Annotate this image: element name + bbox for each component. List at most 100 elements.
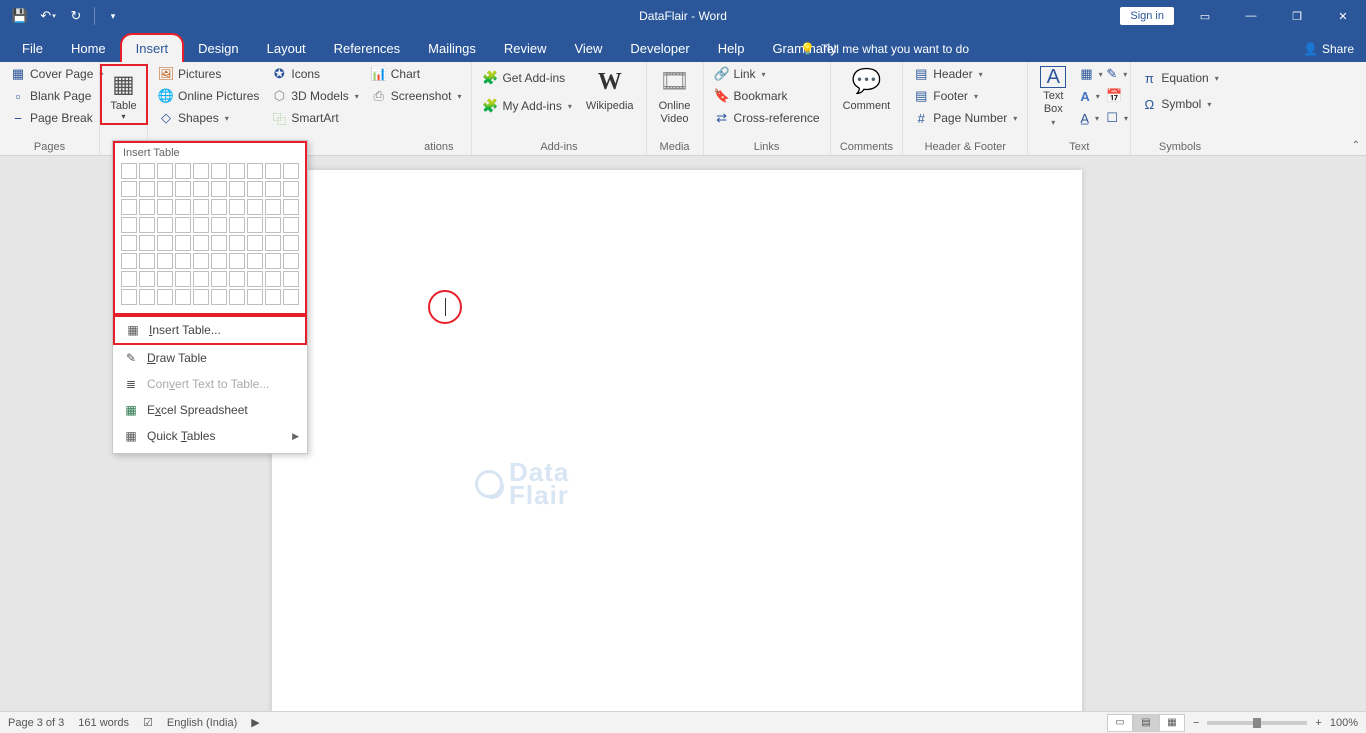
language-indicator[interactable]: English (India) — [167, 717, 237, 729]
grid-cell[interactable] — [139, 199, 155, 215]
equation-button[interactable]: πEquation▾ — [1137, 68, 1222, 88]
get-addins-button[interactable]: 🧩Get Add-ins — [478, 68, 575, 88]
zoom-in-button[interactable]: + — [1315, 717, 1321, 729]
insert-table-item[interactable]: ▦Insert Table... — [115, 317, 305, 343]
3d-models-button[interactable]: ⬡3D Models▾ — [267, 86, 362, 106]
print-layout-button[interactable]: ▤ — [1133, 714, 1159, 732]
cover-page-button[interactable]: ▦Cover Page▾ — [6, 64, 107, 84]
grid-cell[interactable] — [193, 217, 209, 233]
online-video-button[interactable]: 🎞 Online Video — [653, 64, 697, 128]
grid-cell[interactable] — [247, 289, 263, 305]
grid-cell[interactable] — [121, 163, 137, 179]
grid-cell[interactable] — [283, 163, 299, 179]
blank-page-button[interactable]: ▫Blank Page — [6, 86, 107, 106]
tab-review[interactable]: Review — [490, 35, 561, 62]
grid-cell[interactable] — [211, 235, 227, 251]
tab-view[interactable]: View — [560, 35, 616, 62]
undo-button[interactable]: ↶▾ — [36, 4, 60, 28]
grid-cell[interactable] — [157, 253, 173, 269]
grid-cell[interactable] — [265, 271, 281, 287]
grid-cell[interactable] — [265, 235, 281, 251]
grid-cell[interactable] — [121, 199, 137, 215]
page-indicator[interactable]: Page 3 of 3 — [8, 717, 64, 729]
chart-button[interactable]: 📊Chart — [367, 64, 466, 84]
grid-cell[interactable] — [211, 163, 227, 179]
grid-cell[interactable] — [283, 271, 299, 287]
tab-file[interactable]: File — [8, 35, 57, 62]
grid-cell[interactable] — [121, 217, 137, 233]
symbol-button[interactable]: ΩSymbol▾ — [1137, 94, 1222, 114]
table-button[interactable]: ▦ Table ▾ — [100, 64, 148, 125]
pictures-button[interactable]: 🖼Pictures — [154, 64, 263, 84]
grid-cell[interactable] — [265, 181, 281, 197]
table-size-grid[interactable] — [121, 163, 299, 305]
bookmark-button[interactable]: 🔖Bookmark — [710, 86, 824, 106]
grid-cell[interactable] — [229, 199, 245, 215]
save-icon[interactable]: 💾 — [8, 4, 32, 28]
grid-cell[interactable] — [175, 217, 191, 233]
header-button[interactable]: ▤Header▾ — [909, 64, 1021, 84]
zoom-level[interactable]: 100% — [1330, 717, 1358, 729]
grid-cell[interactable] — [247, 235, 263, 251]
web-layout-button[interactable]: ▦ — [1159, 714, 1185, 732]
tell-me-search[interactable]: 💡 Tell me what you want to do — [800, 36, 969, 62]
grid-cell[interactable] — [283, 181, 299, 197]
tab-developer[interactable]: Developer — [616, 35, 703, 62]
page-number-button[interactable]: #Page Number▾ — [909, 108, 1021, 128]
document-page[interactable] — [272, 170, 1082, 711]
datetime-button[interactable]: 📅 — [1102, 86, 1124, 106]
grid-cell[interactable] — [193, 199, 209, 215]
link-button[interactable]: 🔗Link▾ — [710, 64, 824, 84]
grid-cell[interactable] — [211, 271, 227, 287]
grid-cell[interactable] — [139, 289, 155, 305]
grid-cell[interactable] — [229, 253, 245, 269]
grid-cell[interactable] — [229, 181, 245, 197]
grid-cell[interactable] — [157, 235, 173, 251]
grid-cell[interactable] — [157, 217, 173, 233]
minimize-button[interactable]: — — [1228, 0, 1274, 32]
grid-cell[interactable] — [247, 199, 263, 215]
grid-cell[interactable] — [229, 235, 245, 251]
grid-cell[interactable] — [175, 235, 191, 251]
grid-cell[interactable] — [139, 253, 155, 269]
grid-cell[interactable] — [157, 163, 173, 179]
wordart-button[interactable]: A▾ — [1076, 86, 1098, 106]
grid-cell[interactable] — [193, 235, 209, 251]
grid-cell[interactable] — [211, 181, 227, 197]
zoom-out-button[interactable]: − — [1193, 717, 1199, 729]
page-break-button[interactable]: ⎯Page Break — [6, 108, 107, 128]
comment-button[interactable]: 💬 Comment — [837, 64, 897, 115]
tab-references[interactable]: References — [320, 35, 414, 62]
grid-cell[interactable] — [193, 253, 209, 269]
icons-button[interactable]: ✪Icons — [267, 64, 362, 84]
grid-cell[interactable] — [139, 163, 155, 179]
grid-cell[interactable] — [211, 253, 227, 269]
screenshot-button[interactable]: ⎙Screenshot▾ — [367, 86, 466, 106]
grid-cell[interactable] — [247, 253, 263, 269]
grid-cell[interactable] — [247, 217, 263, 233]
ribbon-display-button[interactable]: ▭ — [1182, 0, 1228, 32]
grid-cell[interactable] — [283, 199, 299, 215]
grid-cell[interactable] — [265, 253, 281, 269]
signature-button[interactable]: ✎▾ — [1102, 64, 1124, 84]
grid-cell[interactable] — [211, 289, 227, 305]
grid-cell[interactable] — [211, 217, 227, 233]
tab-help[interactable]: Help — [704, 35, 759, 62]
grid-cell[interactable] — [121, 253, 137, 269]
grid-cell[interactable] — [265, 289, 281, 305]
grid-cell[interactable] — [175, 289, 191, 305]
grid-cell[interactable] — [157, 199, 173, 215]
grid-cell[interactable] — [283, 253, 299, 269]
grid-cell[interactable] — [229, 289, 245, 305]
tab-layout[interactable]: Layout — [253, 35, 320, 62]
sign-in-button[interactable]: Sign in — [1120, 7, 1174, 25]
grid-cell[interactable] — [283, 235, 299, 251]
share-button[interactable]: 👤 Share — [1303, 36, 1354, 62]
grid-cell[interactable] — [211, 199, 227, 215]
maximize-button[interactable]: ❐ — [1274, 0, 1320, 32]
dropcap-button[interactable]: A̲▾ — [1076, 108, 1098, 128]
tab-mailings[interactable]: Mailings — [414, 35, 490, 62]
grid-cell[interactable] — [121, 181, 137, 197]
redo-button[interactable]: ↻ — [64, 4, 88, 28]
grid-cell[interactable] — [157, 181, 173, 197]
